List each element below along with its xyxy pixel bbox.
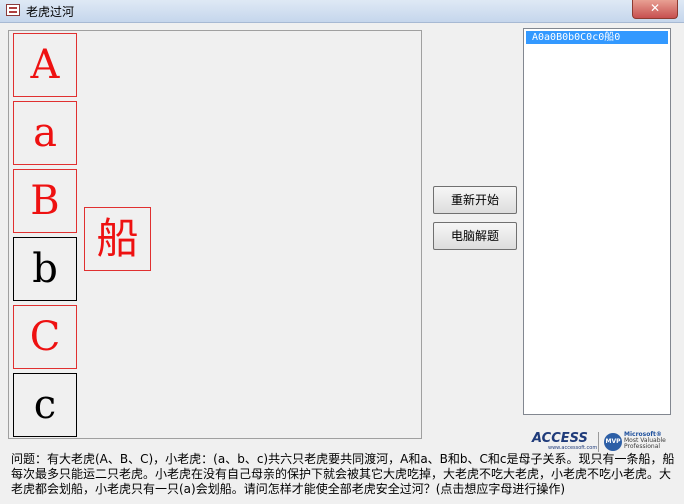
access-logo: ACCESS www.accessoft.com — [528, 430, 598, 454]
tiger-c-tile[interactable]: c — [13, 373, 77, 437]
move-history-list[interactable]: A0a0B0b0C0c0船0 — [523, 28, 671, 415]
access-logo-url: www.accessoft.com — [548, 445, 598, 451]
solve-button[interactable]: 电脑解题 — [433, 222, 517, 250]
mvp-logo-text: Microsoft® Most Valuable Professional — [624, 432, 666, 450]
restart-button[interactable]: 重新开始 — [433, 186, 517, 214]
question-text: 问题：有大老虎(A、B、C)，小老虎：(a、b、c)共六只老虎要共同渡河，A和a… — [11, 452, 675, 496]
tiger-a-tile[interactable]: a — [13, 101, 77, 165]
tiger-b-tile[interactable]: b — [13, 237, 77, 301]
logo-divider — [598, 432, 599, 452]
boat-tile[interactable]: 船 — [84, 207, 151, 271]
window-title: 老虎过河 — [26, 5, 75, 19]
tiger-A-tile[interactable]: A — [13, 33, 77, 97]
form-icon — [6, 4, 20, 16]
close-button[interactable]: ✕ — [632, 0, 678, 19]
mvp-badge-icon: MVP — [604, 433, 622, 451]
tiger-B-tile[interactable]: B — [13, 169, 77, 233]
mvp-line3: Professional — [624, 443, 661, 450]
list-item[interactable]: A0a0B0b0C0c0船0 — [526, 31, 668, 44]
close-icon: ✕ — [649, 1, 661, 15]
logo-strip: ACCESS www.accessoft.com MVP Microsoft® … — [528, 430, 678, 454]
tiger-C-tile[interactable]: C — [13, 305, 77, 369]
app-window: 老虎过河 ✕ A a B b C c 船 重新开始 电脑解题 A0a0B0b0C… — [0, 0, 684, 504]
title-bar: 老虎过河 ✕ — [0, 0, 684, 23]
access-logo-text: ACCESS — [532, 431, 588, 446]
